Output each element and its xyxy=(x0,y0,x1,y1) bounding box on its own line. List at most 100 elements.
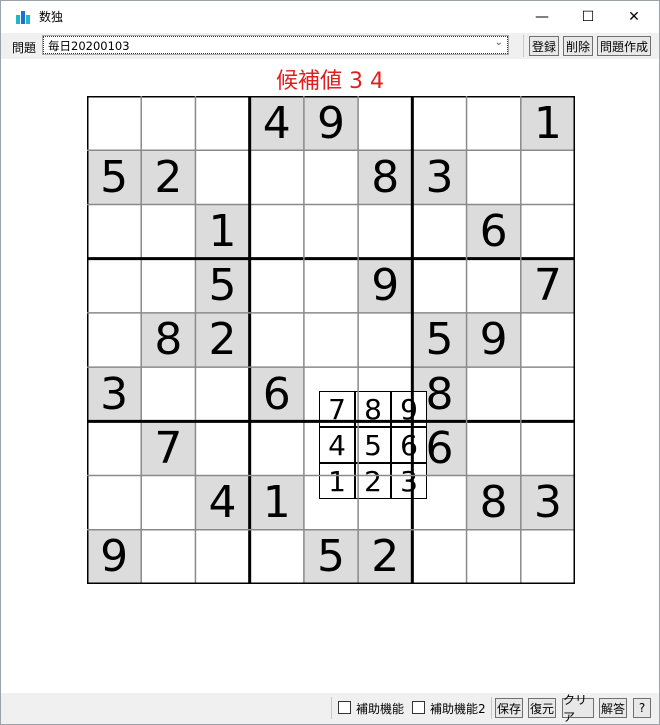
board-cell[interactable] xyxy=(412,96,466,150)
board-cell[interactable] xyxy=(412,530,466,584)
number-picker: 789456123 xyxy=(319,391,427,499)
board-cell[interactable] xyxy=(521,530,575,584)
picker-number-button[interactable]: 7 xyxy=(319,391,355,427)
save-button[interactable]: 保存 xyxy=(495,698,523,718)
picker-number-button[interactable]: 4 xyxy=(319,427,355,463)
board-cell[interactable] xyxy=(467,150,521,204)
board-cell[interactable]: 9 xyxy=(303,96,359,151)
board-cell[interactable] xyxy=(250,313,304,367)
board-cell[interactable]: 9 xyxy=(466,312,521,368)
board-cell[interactable]: 8 xyxy=(141,312,196,368)
board-cell[interactable] xyxy=(467,259,521,313)
register-button[interactable]: 登録 xyxy=(529,36,559,56)
board-cell[interactable]: 5 xyxy=(195,258,250,313)
board-cell[interactable] xyxy=(250,530,304,584)
statusbar-divider xyxy=(331,697,332,719)
board-cell[interactable]: 7 xyxy=(141,421,196,476)
board-cell[interactable] xyxy=(250,204,304,258)
board-cell[interactable]: 4 xyxy=(249,96,304,151)
maximize-button[interactable]: ☐ xyxy=(565,1,611,32)
board-cell[interactable] xyxy=(521,367,575,421)
board-cell[interactable]: 6 xyxy=(466,204,521,259)
board-cell[interactable] xyxy=(141,204,195,258)
board-cell[interactable] xyxy=(195,96,249,150)
board-cell[interactable] xyxy=(358,204,412,258)
board-cell[interactable]: 2 xyxy=(358,529,413,584)
board-cell[interactable] xyxy=(250,150,304,204)
assist2-label: 補助機能2 xyxy=(430,702,486,716)
picker-number-button[interactable]: 3 xyxy=(391,463,427,499)
board-cell[interactable] xyxy=(304,204,358,258)
board-cell[interactable] xyxy=(412,204,466,258)
board-cell[interactable] xyxy=(141,530,195,584)
board-cell[interactable] xyxy=(467,96,521,150)
assist2-checkbox[interactable] xyxy=(412,701,425,714)
board-cell[interactable] xyxy=(304,313,358,367)
clear-button[interactable]: クリア xyxy=(562,693,594,724)
solve-button[interactable]: 解答 xyxy=(599,698,627,718)
board-cell[interactable]: 7 xyxy=(520,258,575,313)
picker-number-button[interactable]: 1 xyxy=(319,463,355,499)
title-bar[interactable]: 数独 — ☐ ✕ xyxy=(1,1,659,32)
board-cell[interactable] xyxy=(195,150,249,204)
board-cell[interactable] xyxy=(195,530,249,584)
problem-select[interactable]: 毎日20200103 ⌄ xyxy=(42,35,509,55)
board-cell[interactable]: 2 xyxy=(141,150,196,205)
board-cell[interactable] xyxy=(467,530,521,584)
board-cell[interactable]: 3 xyxy=(412,150,467,205)
candidate-heading: 候補値 3 4 xyxy=(276,69,384,94)
help-button[interactable]: ? xyxy=(633,698,651,718)
board-cell[interactable] xyxy=(87,476,141,530)
board-cell[interactable] xyxy=(304,259,358,313)
board-cell[interactable] xyxy=(87,259,141,313)
board-cell[interactable] xyxy=(87,204,141,258)
minimize-button[interactable]: — xyxy=(519,1,565,32)
board-cell[interactable]: 8 xyxy=(466,475,521,530)
create-problem-button[interactable]: 問題作成 xyxy=(597,36,651,56)
board-cell[interactable] xyxy=(304,150,358,204)
board-cell[interactable]: 1 xyxy=(195,204,250,259)
board-cell[interactable]: 3 xyxy=(520,475,575,530)
board-cell[interactable] xyxy=(521,313,575,367)
board-cell[interactable]: 1 xyxy=(520,96,575,151)
board-cell[interactable] xyxy=(195,367,249,421)
board-cell[interactable] xyxy=(521,204,575,258)
close-button[interactable]: ✕ xyxy=(611,1,657,32)
board-cell[interactable] xyxy=(250,259,304,313)
board-cell[interactable]: 9 xyxy=(358,258,413,313)
board-cell[interactable] xyxy=(358,313,412,367)
board-cell[interactable] xyxy=(87,313,141,367)
board-cell[interactable] xyxy=(141,367,195,421)
board-cell[interactable] xyxy=(141,476,195,530)
board-cell[interactable] xyxy=(141,96,195,150)
board-cell[interactable]: 5 xyxy=(412,312,467,368)
board-cell[interactable] xyxy=(521,421,575,475)
board-cell[interactable] xyxy=(141,259,195,313)
board-cell[interactable]: 5 xyxy=(87,150,142,205)
picker-number-button[interactable]: 5 xyxy=(355,427,391,463)
board-cell[interactable]: 4 xyxy=(195,475,250,530)
picker-number-button[interactable]: 8 xyxy=(355,391,391,427)
board-cell[interactable]: 5 xyxy=(303,529,359,584)
board-cell[interactable] xyxy=(358,96,412,150)
board-cell[interactable] xyxy=(412,259,466,313)
board-cell[interactable]: 2 xyxy=(195,312,250,368)
delete-button[interactable]: 削除 xyxy=(563,36,593,56)
board-cell[interactable] xyxy=(87,421,141,475)
picker-number-button[interactable]: 2 xyxy=(355,463,391,499)
assist1-checkbox[interactable] xyxy=(338,701,351,714)
board-cell[interactable] xyxy=(250,421,304,475)
board-cell[interactable]: 3 xyxy=(87,367,142,422)
board-cell[interactable]: 1 xyxy=(249,475,304,530)
restore-button[interactable]: 復元 xyxy=(528,698,556,718)
board-cell[interactable]: 8 xyxy=(358,150,413,205)
board-cell[interactable] xyxy=(467,421,521,475)
board-cell[interactable] xyxy=(467,367,521,421)
board-cell[interactable]: 6 xyxy=(249,367,304,422)
board-cell[interactable] xyxy=(521,150,575,204)
board-cell[interactable] xyxy=(195,421,249,475)
picker-number-button[interactable]: 9 xyxy=(391,391,427,427)
picker-number-button[interactable]: 6 xyxy=(391,427,427,463)
board-cell[interactable] xyxy=(87,96,141,150)
board-cell[interactable]: 9 xyxy=(87,529,142,584)
